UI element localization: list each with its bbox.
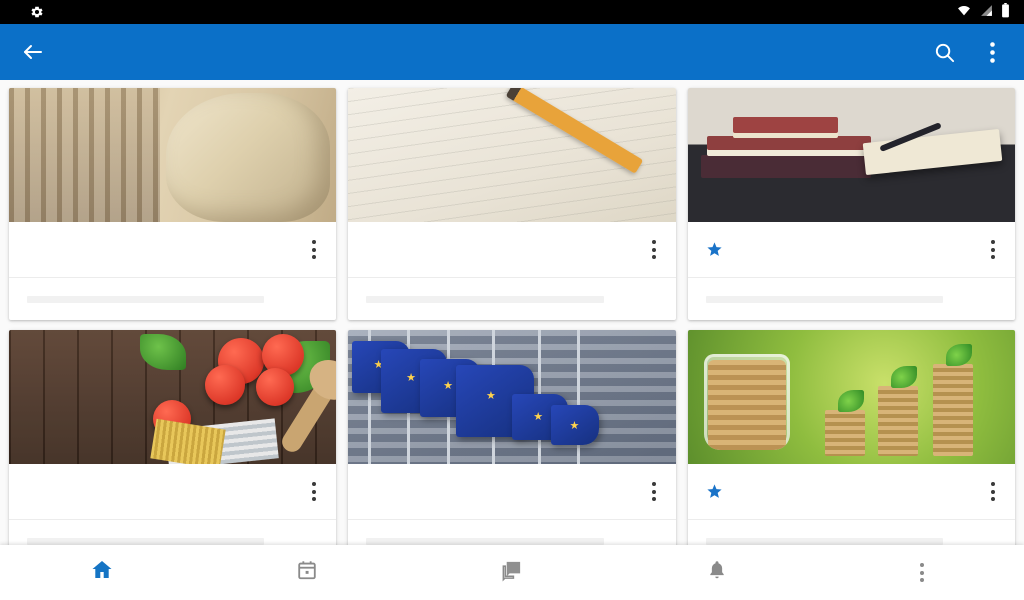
signal-icon bbox=[979, 4, 994, 20]
course-card[interactable] bbox=[348, 88, 676, 320]
course-progress bbox=[688, 278, 1015, 320]
progress-bar bbox=[705, 537, 943, 545]
nav-item-notifications[interactable] bbox=[614, 545, 819, 600]
wifi-icon bbox=[956, 4, 972, 20]
course-card-header bbox=[687, 222, 1015, 278]
course-grid bbox=[0, 80, 1024, 562]
courses-scroll-area[interactable] bbox=[0, 80, 1024, 600]
course-card[interactable] bbox=[687, 88, 1015, 320]
course-card-header bbox=[9, 222, 337, 278]
chat-bubble-icon bbox=[500, 559, 523, 587]
course-menu-icon[interactable] bbox=[640, 233, 668, 267]
status-bar-indicators bbox=[956, 3, 1016, 21]
course-image[interactable] bbox=[687, 88, 1015, 222]
course-menu-icon[interactable] bbox=[300, 475, 328, 509]
more-vertical-icon bbox=[919, 563, 924, 582]
progress-bar bbox=[366, 537, 604, 545]
progress-bar bbox=[27, 537, 265, 545]
progress-bar bbox=[366, 295, 604, 303]
course-menu-icon[interactable] bbox=[979, 233, 1007, 267]
calendar-icon bbox=[296, 559, 318, 586]
course-image[interactable] bbox=[348, 88, 676, 222]
status-bar bbox=[0, 0, 1024, 24]
course-card-header bbox=[348, 464, 676, 520]
course-progress bbox=[348, 278, 675, 320]
course-image[interactable] bbox=[9, 330, 337, 464]
nav-item-more[interactable] bbox=[819, 545, 1024, 600]
favourite-star-icon[interactable] bbox=[706, 483, 723, 500]
app-bar-actions bbox=[928, 36, 1008, 68]
gear-icon bbox=[30, 5, 44, 19]
course-card[interactable] bbox=[687, 330, 1015, 562]
course-card-header bbox=[9, 464, 337, 520]
back-arrow-icon[interactable] bbox=[16, 35, 50, 69]
progress-bar bbox=[705, 295, 943, 303]
course-menu-icon[interactable] bbox=[979, 475, 1007, 509]
course-menu-icon[interactable] bbox=[300, 233, 328, 267]
nav-item-calendar[interactable] bbox=[205, 545, 410, 600]
progress-bar bbox=[27, 295, 265, 303]
course-card[interactable] bbox=[348, 330, 676, 562]
course-progress bbox=[9, 278, 336, 320]
favourite-star-icon[interactable] bbox=[706, 241, 723, 258]
home-icon bbox=[90, 558, 114, 587]
overflow-menu-icon[interactable] bbox=[976, 36, 1008, 68]
bottom-navigation-bar bbox=[0, 545, 1024, 600]
search-icon[interactable] bbox=[928, 36, 960, 68]
course-image[interactable] bbox=[348, 330, 676, 464]
course-card-header bbox=[348, 222, 676, 278]
course-menu-icon[interactable] bbox=[640, 475, 668, 509]
course-card[interactable] bbox=[9, 88, 337, 320]
course-card[interactable] bbox=[9, 330, 337, 562]
battery-icon bbox=[1001, 3, 1010, 21]
nav-item-messages[interactable] bbox=[410, 545, 615, 600]
course-card-header bbox=[687, 464, 1015, 520]
bell-icon bbox=[706, 559, 728, 586]
course-image[interactable] bbox=[687, 330, 1015, 464]
course-image[interactable] bbox=[9, 88, 337, 222]
nav-item-home[interactable] bbox=[0, 545, 205, 600]
app-bar bbox=[0, 24, 1024, 80]
